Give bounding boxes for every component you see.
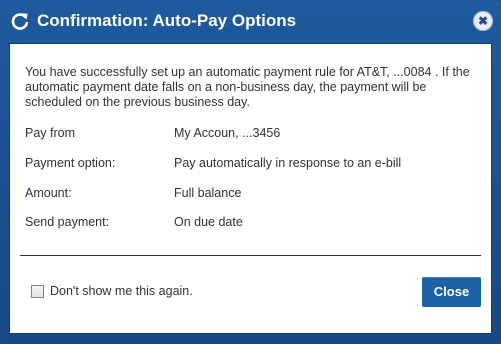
detail-label: Payment option: xyxy=(25,156,116,170)
detail-value: Pay automatically in response to an e-bi… xyxy=(174,156,402,170)
divider xyxy=(20,255,481,256)
autopay-confirmation-dialog: Confirmation: Auto-Pay Options ✖ You hav… xyxy=(0,0,501,344)
detail-value: On due date xyxy=(174,215,243,229)
dont-show-label[interactable]: Don't show me this again. xyxy=(50,284,193,298)
detail-label: Amount: xyxy=(25,186,72,200)
refresh-icon xyxy=(11,13,29,30)
dialog-titlebar: Confirmation: Auto-Pay Options ✖ xyxy=(0,0,501,42)
detail-value: My Accoun, ...3456 xyxy=(174,126,281,140)
dont-show-checkbox[interactable] xyxy=(31,285,44,298)
confirmation-message: You have successfully set up an automati… xyxy=(25,65,470,109)
detail-label: Pay from xyxy=(25,126,76,140)
dialog-title: Confirmation: Auto-Pay Options xyxy=(37,11,297,30)
detail-label: Send payment: xyxy=(25,215,110,229)
dialog-body: You have successfully set up an automati… xyxy=(9,43,492,334)
close-icon[interactable]: ✖ xyxy=(473,11,493,31)
close-button[interactable]: Close xyxy=(422,277,481,307)
detail-value: Full balance xyxy=(174,186,242,200)
